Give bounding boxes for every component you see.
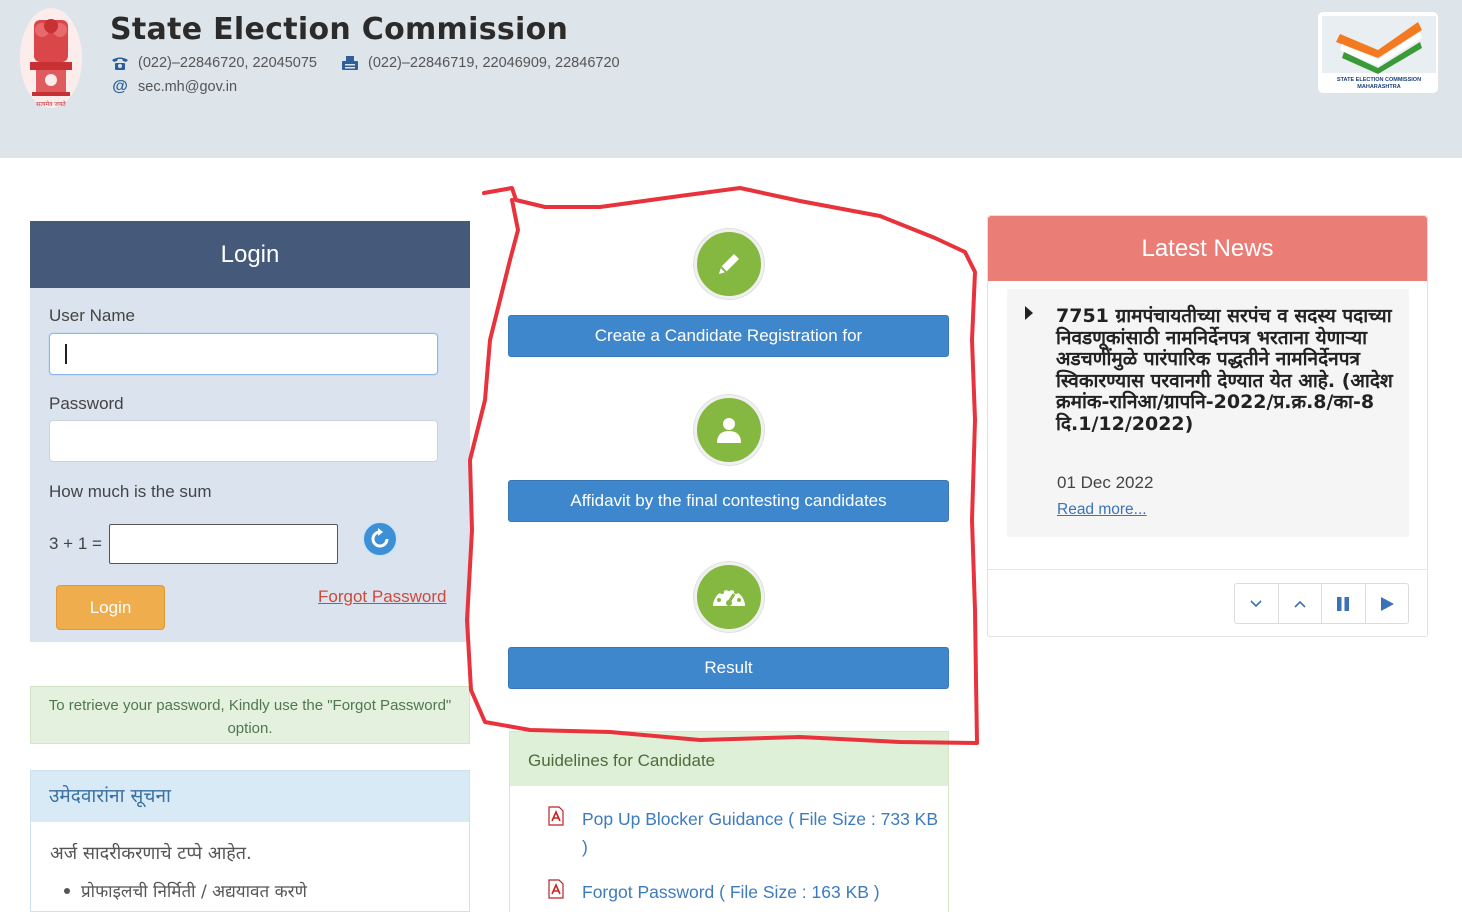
national-emblem-icon: सत्यमेव जयते — [20, 8, 82, 108]
caret-right-icon — [1025, 306, 1033, 320]
guideline-item-forgot-password[interactable]: Forgot Password ( File Size : 163 KB ) — [546, 878, 942, 906]
site-header: सत्यमेव जयते State Election Commission (… — [0, 0, 1462, 158]
refresh-icon — [371, 528, 389, 548]
telephone-icon — [112, 57, 128, 70]
latest-news-panel: Latest News 7751 ग्रामपंचायतीच्या सरपंच … — [987, 215, 1428, 637]
fax-numbers: (022)–22846719, 22046909, 22846720 — [368, 55, 620, 71]
guidelines-heading: Guidelines for Candidate — [510, 732, 948, 786]
notice-bullet-item: प्रोफाइलची निर्मिती / अद्ययावत करणे — [64, 879, 307, 902]
news-next-button[interactable] — [1235, 584, 1279, 623]
phone-numbers: (022)–22846720, 22045075 — [138, 55, 317, 71]
guidelines-panel: Guidelines for Candidate Pop Up Blocker … — [509, 731, 949, 912]
pdf-icon — [548, 879, 564, 899]
pause-icon — [1337, 596, 1350, 611]
tricolor-checkmark-icon — [1322, 16, 1436, 74]
password-input[interactable] — [49, 420, 438, 462]
email-address: sec.mh@gov.in — [138, 79, 238, 95]
news-pause-button[interactable] — [1322, 584, 1366, 623]
email-contact: @ sec.mh@gov.in — [110, 78, 238, 96]
chevron-up-icon — [1294, 600, 1306, 608]
pdf-icon — [548, 806, 564, 826]
news-date: 01 Dec 2022 — [1057, 473, 1154, 492]
read-more-link[interactable]: Read more... — [1057, 501, 1147, 519]
forgot-password-link[interactable]: Forgot Password — [318, 587, 447, 607]
fax-contact: (022)–22846719, 22046909, 22846720 — [340, 55, 620, 71]
news-item: 7751 ग्रामपंचायतीच्या सरपंच व सदस्य पदाच… — [1007, 289, 1409, 537]
news-prev-button[interactable] — [1279, 584, 1322, 623]
svg-text:सत्यमेव जयते: सत्यमेव जयते — [36, 100, 66, 108]
news-divider — [988, 569, 1427, 570]
fax-icon — [342, 56, 358, 70]
news-play-button[interactable] — [1366, 584, 1409, 623]
notice-text: अर्ज सादरीकरणाचे टप्पे आहेत. — [50, 843, 252, 864]
username-input[interactable] — [49, 333, 438, 375]
captcha-answer-input[interactable] — [109, 524, 338, 564]
refresh-captcha-button[interactable] — [362, 521, 398, 557]
play-icon — [1380, 596, 1394, 611]
text-cursor — [65, 344, 67, 364]
news-controls — [1234, 583, 1409, 624]
candidate-registration-button[interactable]: Create a Candidate Registration for — [508, 315, 949, 357]
login-button[interactable]: Login — [56, 585, 165, 630]
candidate-notice-panel: उमेदवारांना सूचना अर्ज सादरीकरणाचे टप्पे… — [30, 770, 470, 912]
login-heading: Login — [30, 221, 470, 288]
chevron-down-icon — [1250, 599, 1262, 607]
username-label: User Name — [49, 306, 135, 325]
result-button[interactable]: Result — [508, 647, 949, 689]
phone-contact: (022)–22846720, 22045075 — [110, 55, 317, 71]
news-title: 7751 ग्रामपंचायतीच्या सरपंच व सदस्य पदाच… — [1056, 305, 1393, 435]
site-title: State Election Commission — [110, 12, 569, 47]
guideline-link[interactable]: Pop Up Blocker Guidance ( File Size : 73… — [582, 805, 942, 861]
guideline-item-popup[interactable]: Pop Up Blocker Guidance ( File Size : 73… — [546, 805, 942, 861]
password-label: Password — [49, 394, 124, 413]
speedometer-icon[interactable] — [694, 562, 764, 632]
affidavit-button[interactable]: Affidavit by the final contesting candid… — [508, 480, 949, 522]
sec-logo-text: STATE ELECTION COMMISSION MAHARASHTRA — [1336, 77, 1422, 90]
sec-maharashtra-logo: STATE ELECTION COMMISSION MAHARASHTRA — [1317, 11, 1439, 94]
captcha-expression: 3 + 1 = — [49, 534, 102, 553]
user-icon[interactable] — [694, 395, 764, 465]
news-heading: Latest News — [988, 216, 1427, 281]
at-sign-icon: @ — [112, 78, 128, 95]
guideline-link[interactable]: Forgot Password ( File Size : 163 KB ) — [582, 878, 942, 906]
forgot-password-hint: To retrieve your password, Kindly use th… — [30, 686, 470, 744]
login-panel: Login User Name Password How much is the… — [30, 221, 470, 642]
pencil-icon[interactable] — [694, 229, 764, 299]
notice-heading: उमेदवारांना सूचना — [31, 771, 469, 822]
captcha-question-label: How much is the sum — [49, 482, 212, 501]
